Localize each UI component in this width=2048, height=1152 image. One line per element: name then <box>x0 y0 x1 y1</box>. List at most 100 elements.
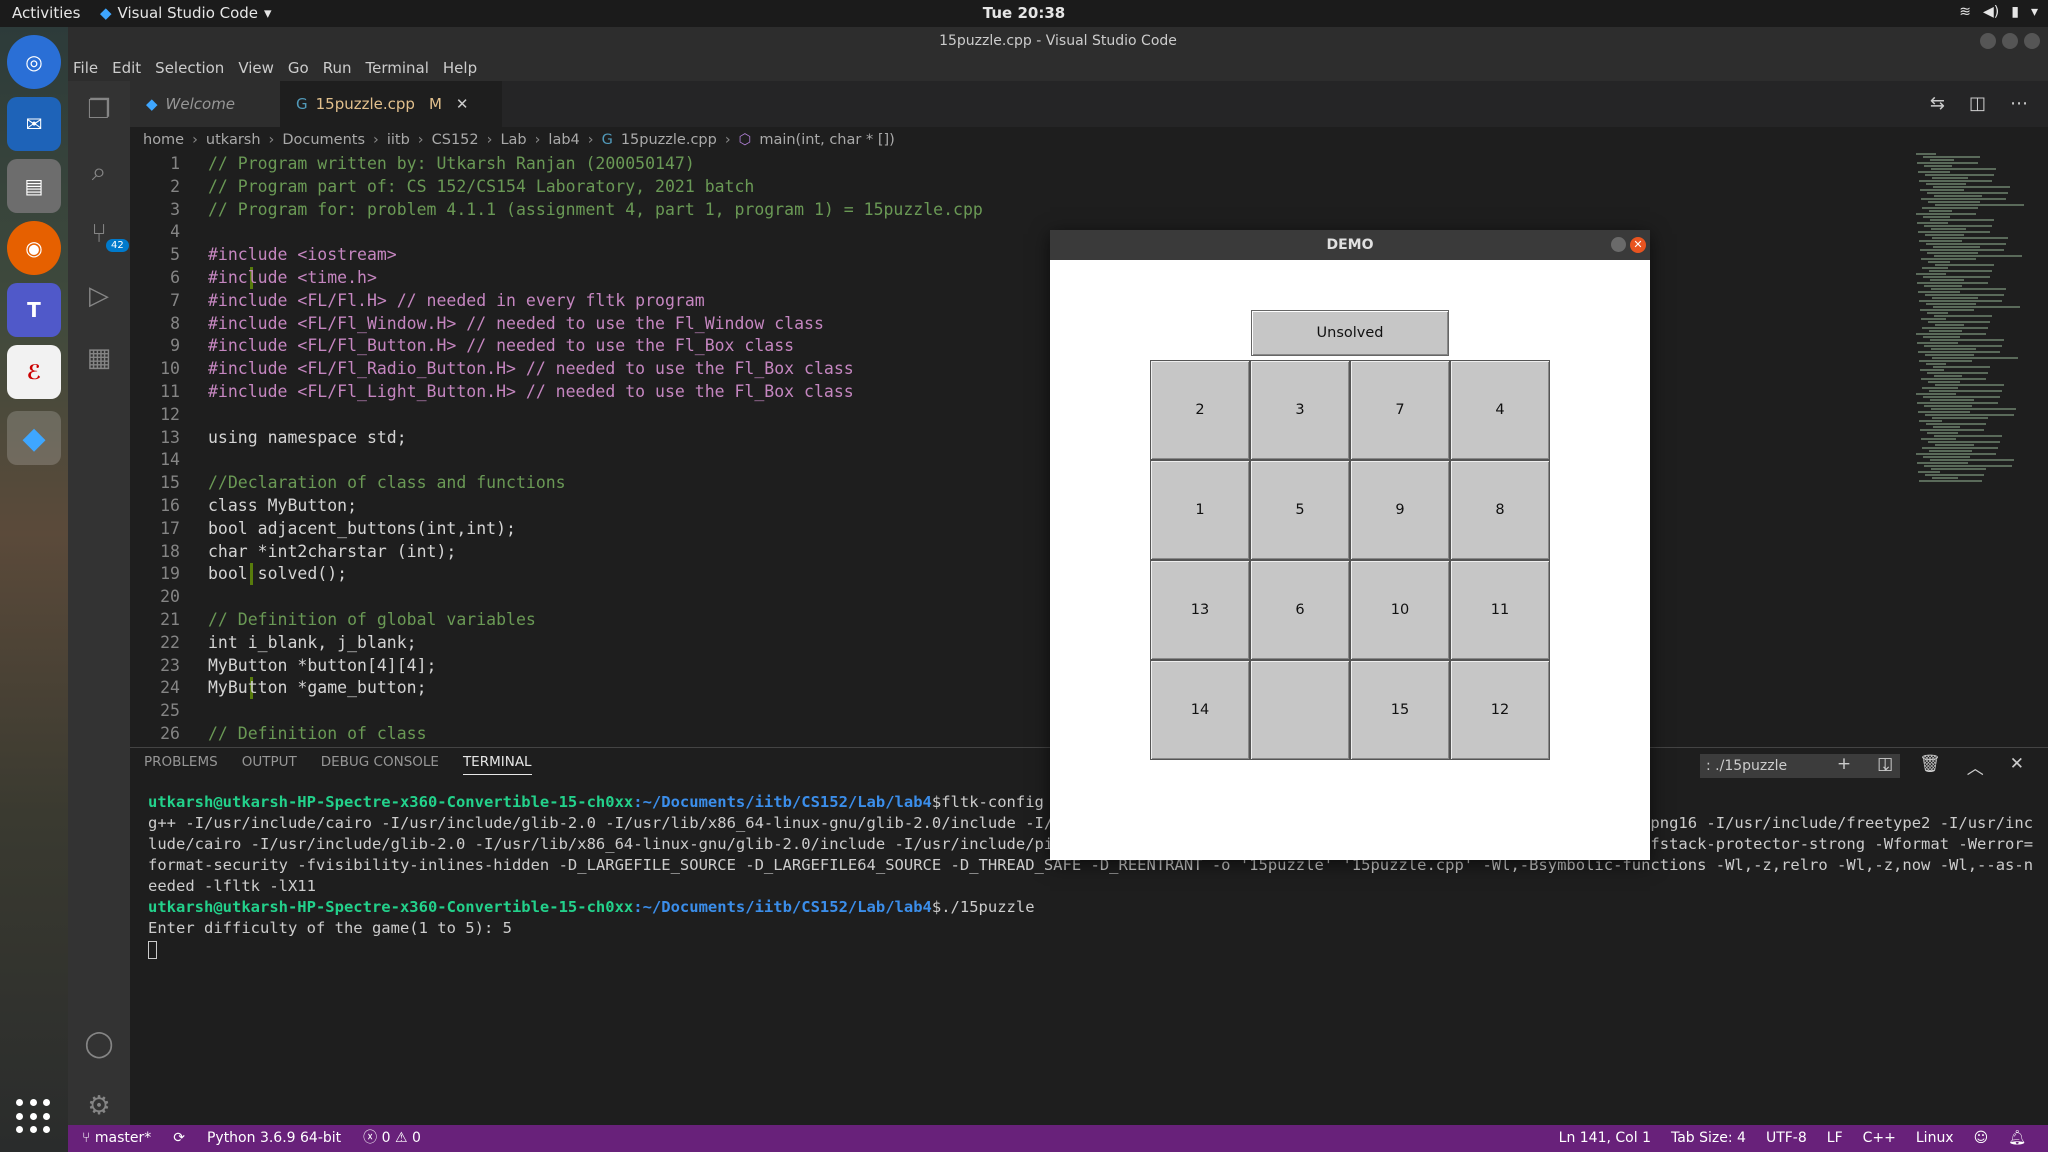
code-line[interactable]: 13 using namespace std; <box>130 427 1960 450</box>
puzzle-tile[interactable]: 7 <box>1350 360 1450 460</box>
problems-indicator[interactable]: ⓧ 0 ⚠ 0 <box>363 1125 421 1152</box>
system-tray[interactable]: ≋ ◀) ▮ ▾ <box>1959 4 2038 20</box>
account-icon[interactable]: ◯ <box>82 1027 116 1061</box>
breadcrumb-item[interactable]: utkarsh <box>206 127 261 153</box>
puzzle-tile[interactable]: 14 <box>1150 660 1250 760</box>
branch-indicator[interactable]: ⑂ master* <box>82 1125 151 1152</box>
menu-run[interactable]: Run <box>323 55 352 81</box>
puzzle-tile[interactable]: 2 <box>1150 360 1250 460</box>
close-icon[interactable]: ✕ <box>2010 754 2024 779</box>
split-editor-icon[interactable]: ◫ <box>1969 93 1986 114</box>
puzzle-tile[interactable]: 8 <box>1450 460 1550 560</box>
code-line[interactable]: 2 // Program part of: CS 152/CS154 Labora… <box>130 176 1960 199</box>
menu-edit[interactable]: Edit <box>112 55 141 81</box>
breadcrumb-item[interactable]: Lab <box>500 127 526 153</box>
puzzle-tile[interactable]: 4 <box>1450 360 1550 460</box>
breadcrumb-item[interactable]: home <box>143 127 184 153</box>
extensions-icon[interactable]: ▦ <box>82 341 116 375</box>
code-line[interactable]: 11 #include <FL/Fl_Light_Button.H> // nee… <box>130 381 1960 404</box>
puzzle-tile[interactable]: 13 <box>1150 560 1250 660</box>
breadcrumb-item[interactable]: lab4 <box>548 127 579 153</box>
explorer-icon[interactable]: ❐ <box>82 93 116 127</box>
tab-terminal[interactable]: TERMINAL <box>462 754 532 775</box>
close-button[interactable] <box>2024 33 2040 49</box>
demo-titlebar[interactable]: DEMO ✕ <box>1050 230 1650 260</box>
run-debug-icon[interactable]: ▷ <box>82 279 116 313</box>
code-line[interactable]: 26 // Definition of class <box>130 723 1960 746</box>
puzzle-tile[interactable]: 10 <box>1350 560 1450 660</box>
puzzle-tile[interactable]: 11 <box>1450 560 1550 660</box>
clock[interactable]: Tue 20:38 <box>983 4 1065 22</box>
code-editor[interactable]: 1 // Program written by: Utkarsh Ranjan (… <box>130 153 1960 747</box>
python-interpreter[interactable]: Python 3.6.9 64-bit <box>207 1125 341 1152</box>
encoding[interactable]: UTF-8 <box>1766 1125 1807 1152</box>
end-of-line[interactable]: LF <box>1827 1125 1843 1152</box>
search-icon[interactable]: ⌕ <box>82 155 116 189</box>
tab-debug-console[interactable]: DEBUG CONSOLE <box>321 754 439 775</box>
puzzle-tile[interactable]: 12 <box>1450 660 1550 760</box>
menu-file[interactable]: File <box>73 55 98 81</box>
puzzle-tile-blank[interactable] <box>1250 660 1350 760</box>
maximize-button[interactable] <box>2002 33 2018 49</box>
minimize-button[interactable] <box>1980 33 1996 49</box>
platform[interactable]: Linux <box>1916 1125 1954 1152</box>
code-line[interactable]: 7 #include <FL/Fl.H> // needed in every f… <box>130 290 1960 313</box>
split-terminal-icon[interactable]: ◫ <box>1877 754 1893 779</box>
show-applications-icon[interactable] <box>16 1099 52 1135</box>
code-line[interactable]: 5 #include <iostream> <box>130 244 1960 267</box>
menu-view[interactable]: View <box>238 55 274 81</box>
code-line[interactable]: 19 bool solved(); <box>130 563 1960 586</box>
language-mode[interactable]: C++ <box>1863 1125 1896 1152</box>
code-line[interactable]: 17 bool adjacent_buttons(int,int); <box>130 518 1960 541</box>
tab-problems[interactable]: PROBLEMS <box>144 754 218 775</box>
feedback-icon[interactable]: ☺ <box>1974 1125 1989 1152</box>
code-line[interactable]: 4 <box>130 221 1960 244</box>
puzzle-tile[interactable]: 1 <box>1150 460 1250 560</box>
cursor-position[interactable]: Ln 141, Col 1 <box>1559 1125 1651 1152</box>
code-line[interactable]: 21 // Definition of global variables <box>130 609 1960 632</box>
code-line[interactable]: 22 int i_blank, j_blank; <box>130 632 1960 655</box>
puzzle-tile[interactable]: 9 <box>1350 460 1450 560</box>
open-changes-icon[interactable]: ⇆ <box>1930 93 1945 114</box>
menu-terminal[interactable]: Terminal <box>366 55 429 81</box>
code-line[interactable]: 9 #include <FL/Fl_Button.H> // needed to … <box>130 335 1960 358</box>
code-line[interactable]: 3 // Program for: problem 4.1.1 (assignme… <box>130 199 1960 222</box>
code-line[interactable]: 24 MyButton *game_button; <box>130 677 1960 700</box>
trash-icon[interactable]: 🗑 <box>1919 754 1941 779</box>
breadcrumb-item[interactable]: main(int, char * []) <box>759 127 894 153</box>
firefox-icon[interactable]: ◉ <box>7 221 61 275</box>
minimap[interactable] <box>1916 153 2036 482</box>
breadcrumb-item[interactable]: Documents <box>282 127 365 153</box>
files-icon[interactable]: ▤ <box>7 159 61 213</box>
code-line[interactable]: 25 <box>130 700 1960 723</box>
breadcrumb-item[interactable]: CS152 <box>432 127 479 153</box>
vscode-dock-icon[interactable]: ◆ <box>7 411 61 465</box>
pdf-reader-icon[interactable]: ℰ <box>7 345 61 399</box>
chevron-up-icon[interactable]: ︿ <box>1967 754 1984 779</box>
puzzle-tile[interactable]: 15 <box>1350 660 1450 760</box>
tab-welcome[interactable]: ◆ Welcome <box>130 81 280 127</box>
code-line[interactable]: 23 MyButton *button[4][4]; <box>130 655 1960 678</box>
code-line[interactable]: 15 //Declaration of class and functions <box>130 472 1960 495</box>
code-line[interactable]: 10 #include <FL/Fl_Radio_Button.H> // nee… <box>130 358 1960 381</box>
menu-help[interactable]: Help <box>443 55 477 81</box>
code-line[interactable]: 16 class MyButton; <box>130 495 1960 518</box>
tab-output[interactable]: OUTPUT <box>242 754 297 775</box>
source-control-icon[interactable]: ⑂ 42 <box>82 217 129 252</box>
more-actions-icon[interactable]: ⋯ <box>2010 93 2028 114</box>
teams-icon[interactable]: T <box>7 283 61 337</box>
tab-size[interactable]: Tab Size: 4 <box>1671 1125 1746 1152</box>
code-line[interactable]: 20 <box>130 586 1960 609</box>
gear-icon[interactable]: ⚙ <box>82 1089 116 1123</box>
activities-button[interactable]: Activities <box>12 4 80 22</box>
puzzle-tile[interactable]: 6 <box>1250 560 1350 660</box>
thunderbird-icon[interactable]: ✉ <box>7 97 61 151</box>
minimize-button[interactable] <box>1611 237 1626 252</box>
puzzle-tile[interactable]: 5 <box>1250 460 1350 560</box>
breadcrumb-item[interactable]: iitb <box>387 127 410 153</box>
code-line[interactable]: 18 char *int2charstar (int); <box>130 541 1960 564</box>
new-terminal-icon[interactable]: + <box>1837 754 1851 779</box>
tab-15puzzle-cpp[interactable]: G 15puzzle.cpp M ✕ <box>280 81 502 127</box>
game-status-button[interactable]: Unsolved <box>1251 310 1449 356</box>
app-menu[interactable]: ◆ Visual Studio Code ▾ <box>100 4 272 22</box>
